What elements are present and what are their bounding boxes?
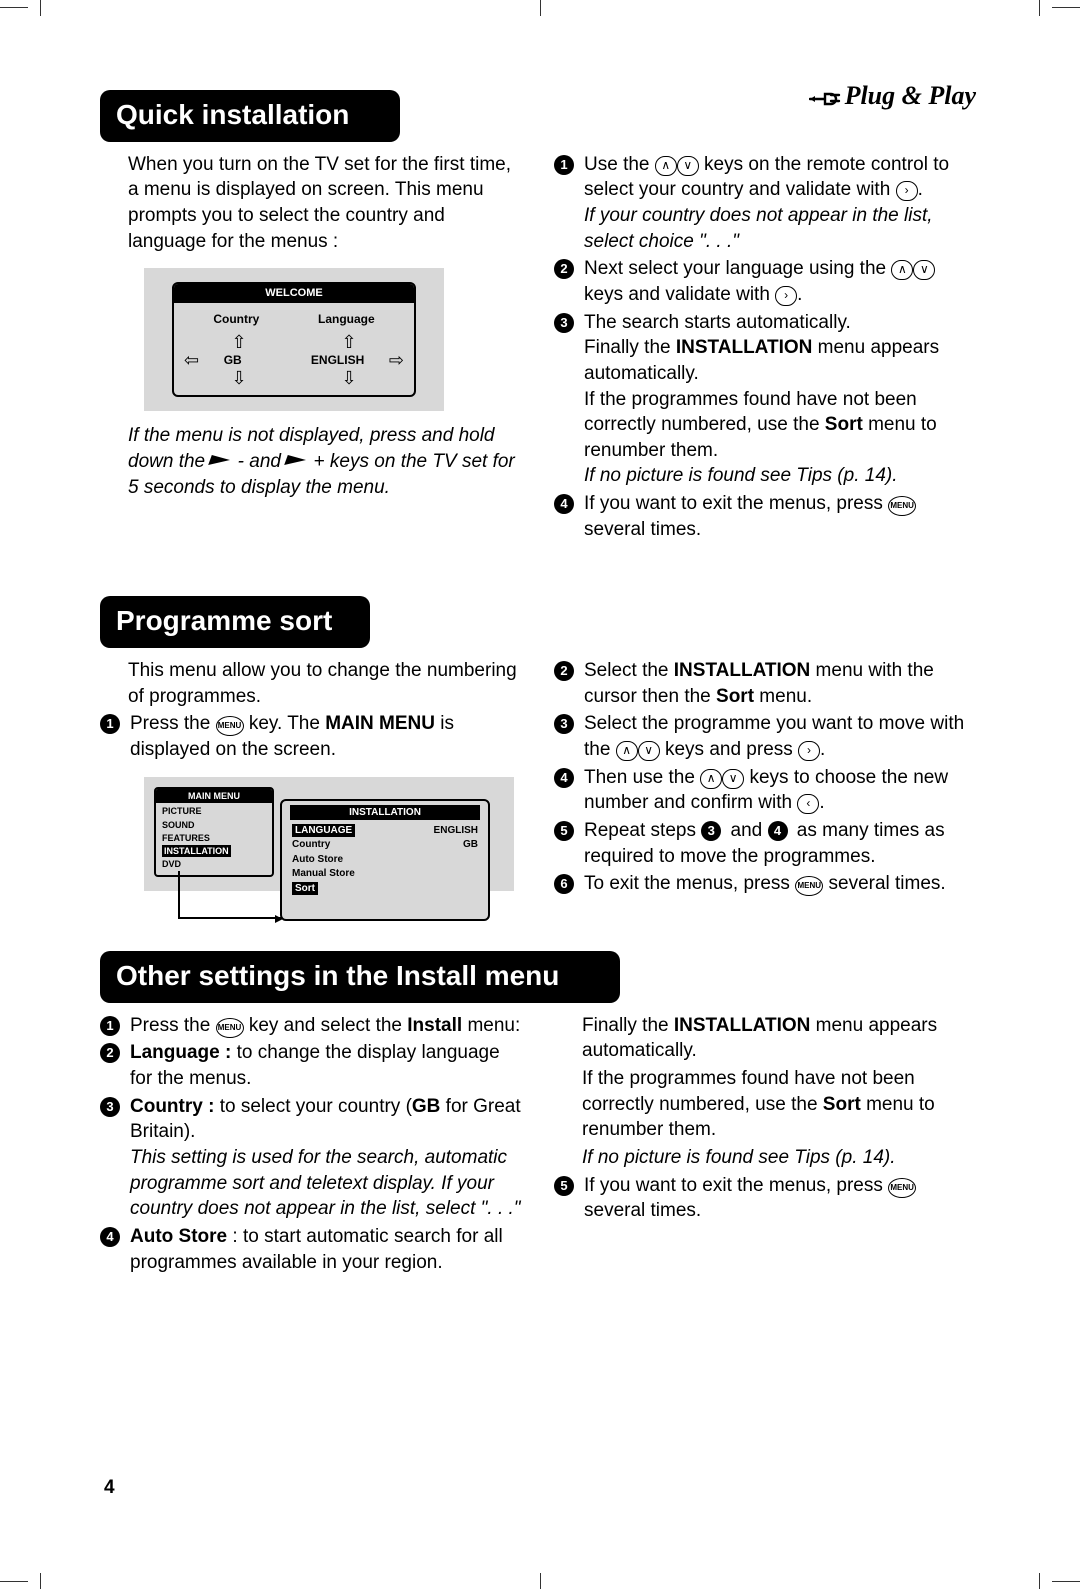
bullet-2-icon: 2	[554, 661, 574, 681]
intro-text: When you turn on the TV set for the firs…	[100, 152, 522, 255]
right-key-icon: ›	[775, 286, 797, 306]
main-menu-items: PICTURE SOUND FEATURES INSTALLATION DVD	[156, 803, 272, 875]
country-label: Country	[213, 311, 259, 327]
right-key-icon: ›	[798, 741, 820, 761]
step-2: 2 Select the INSTALLATION menu with the …	[554, 658, 976, 709]
menu-key-icon: MENU	[888, 1178, 916, 1198]
section-title: Quick installation	[100, 90, 400, 142]
down-key-icon: ∨	[913, 260, 935, 280]
step-1: 1 Use the ∧∨ keys on the remote control …	[554, 152, 976, 255]
menu-key-icon: MENU	[795, 876, 823, 896]
step-5: 5 Repeat steps 3 and 4 as many times as …	[554, 818, 976, 869]
down-key-icon: ∨	[638, 741, 660, 761]
page-number: 4	[104, 1475, 115, 1501]
step-3-note: If no picture is found see Tips (p. 14).	[584, 463, 976, 489]
right-text: Finally the INSTALLATION menu appears au…	[554, 1013, 976, 1064]
col-right: 2 Select the INSTALLATION menu with the …	[554, 658, 976, 899]
section-quick-installation: Quick installation When you turn on the …	[100, 90, 976, 544]
up-key-icon: ∧	[655, 156, 677, 176]
step-4: 4 If you want to exit the menus, press M…	[554, 491, 976, 542]
bullet-5-icon: 5	[554, 821, 574, 841]
menu-key-icon: MENU	[216, 716, 244, 736]
step-4: 4 Then use the ∧∨ keys to choose the new…	[554, 765, 976, 816]
bullet-3-icon: 3	[100, 1097, 120, 1117]
menu-key-icon: MENU	[216, 1018, 244, 1038]
note-text: If the menu is not displayed, press and …	[100, 423, 522, 500]
bullet-1-icon: 1	[100, 714, 120, 734]
step-6: 6 To exit the menus, press MENU several …	[554, 871, 976, 897]
bullet-2-icon: 2	[554, 259, 574, 279]
step-1: 1 Press the MENU key and select the Inst…	[100, 1013, 522, 1039]
volume-key-icon	[210, 455, 232, 466]
bullet-3-icon: 3	[554, 714, 574, 734]
bullet-3-icon: 3	[554, 313, 574, 333]
step-3: 3 The search starts automatically. Final…	[554, 310, 976, 489]
step-3: 3 Country : to select your country (GB f…	[100, 1094, 522, 1222]
col-left: When you turn on the TV set for the firs…	[100, 152, 522, 545]
section-other-settings: Other settings in the Install menu 1 Pre…	[100, 951, 976, 1277]
language-label: Language	[318, 311, 375, 327]
plug-icon	[809, 87, 847, 109]
step-1: 1 Press the MENU key. The MAIN MENU is d…	[100, 711, 522, 762]
down-key-icon: ∨	[677, 156, 699, 176]
col-right: 1 Use the ∧∨ keys on the remote control …	[554, 152, 976, 545]
intro-text: This menu allow you to change the number…	[100, 658, 522, 709]
col-left: This menu allow you to change the number…	[100, 658, 522, 899]
bullet-4-icon: 4	[768, 821, 788, 841]
bullet-1-icon: 1	[100, 1016, 120, 1036]
step-2: 2 Next select your language using the ∧∨…	[554, 256, 976, 307]
menu-key-icon: MENU	[888, 496, 916, 516]
step-3: 3 Select the programme you want to move …	[554, 711, 976, 762]
bullet-4-icon: 4	[554, 494, 574, 514]
right-key-icon: ›	[896, 181, 918, 201]
welcome-menu-diagram: WELCOME Country Language ⇧ ⇧ ⇦ GB ENGLIS…	[144, 268, 444, 411]
up-key-icon: ∧	[616, 741, 638, 761]
bullet-4-icon: 4	[100, 1227, 120, 1247]
volume-key-icon	[286, 455, 308, 466]
bullet-4-icon: 4	[554, 768, 574, 788]
step-2: 2 Language : to change the display langu…	[100, 1040, 522, 1091]
installation-title: INSTALLATION	[290, 805, 480, 821]
step-4: 4 Auto Store : to start automatic search…	[100, 1224, 522, 1275]
step-1-note: If your country does not appear in the l…	[584, 203, 976, 254]
up-arrow-icon: ⇧	[341, 333, 356, 351]
installation-box: INSTALLATION LANGUAGEENGLISH CountryGB A…	[280, 799, 490, 921]
right-note: If no picture is found see Tips (p. 14).	[554, 1145, 976, 1171]
bullet-5-icon: 5	[554, 1176, 574, 1196]
connector-arrow-icon	[178, 871, 282, 919]
up-key-icon: ∧	[891, 260, 913, 280]
right-text-2: If the programmes found have not been co…	[554, 1066, 976, 1143]
country-value: GB	[224, 352, 242, 368]
step-5: 5 If you want to exit the menus, press M…	[554, 1173, 976, 1224]
col-right: Finally the INSTALLATION menu appears au…	[554, 1013, 976, 1277]
down-arrow-icon: ⇩	[341, 369, 356, 387]
section-title: Programme sort	[100, 596, 370, 648]
right-arrow-icon: ⇨	[389, 351, 404, 369]
main-menu-title: MAIN MENU	[156, 789, 272, 803]
language-value: ENGLISH	[311, 352, 364, 368]
down-arrow-icon: ⇩	[231, 369, 246, 387]
section-programme-sort: Programme sort This menu allow you to ch…	[100, 596, 976, 899]
up-arrow-icon: ⇧	[231, 333, 246, 351]
up-key-icon: ∧	[700, 769, 722, 789]
main-menu-box: MAIN MENU PICTURE SOUND FEATURES INSTALL…	[154, 787, 274, 877]
welcome-title: WELCOME	[174, 284, 414, 303]
bullet-1-icon: 1	[554, 155, 574, 175]
bullet-3-icon: 3	[701, 821, 721, 841]
bullet-2-icon: 2	[100, 1043, 120, 1063]
section-title: Other settings in the Install menu	[100, 951, 620, 1003]
down-key-icon: ∨	[722, 769, 744, 789]
left-arrow-icon: ⇦	[184, 351, 199, 369]
plug-and-play-label: Plug & Play	[809, 78, 976, 113]
bullet-6-icon: 6	[554, 874, 574, 894]
col-left: 1 Press the MENU key and select the Inst…	[100, 1013, 522, 1277]
menu-diagram: MAIN MENU PICTURE SOUND FEATURES INSTALL…	[144, 777, 514, 891]
step-3-note: This setting is used for the search, aut…	[130, 1145, 522, 1222]
left-key-icon: ‹	[797, 794, 819, 814]
